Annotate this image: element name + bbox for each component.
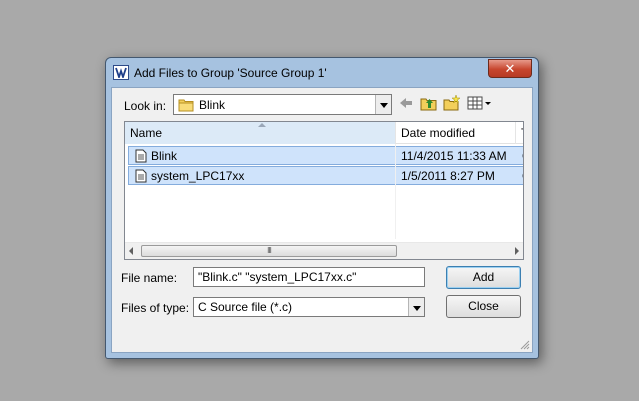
look-in-dropdown[interactable]: Blink — [173, 94, 392, 115]
look-in-label: Look in: — [124, 99, 167, 113]
grip-icon: III — [267, 246, 272, 255]
scrollbar-thumb[interactable]: III — [141, 245, 397, 257]
column-divider — [395, 144, 396, 239]
file-date: 1/5/2011 8:27 PM — [401, 169, 495, 183]
files-of-type-dropdown[interactable]: C Source file (*.c) — [193, 297, 425, 317]
up-folder-icon[interactable] — [420, 94, 438, 112]
column-date-modified[interactable]: Date modified — [396, 122, 516, 144]
file-name: system_LPC17xx — [151, 169, 245, 183]
scroll-left-icon[interactable] — [129, 247, 133, 255]
resize-grip-icon[interactable] — [519, 339, 530, 350]
sort-ascending-icon — [258, 123, 266, 127]
look-in-value: Blink — [199, 98, 226, 112]
file-name-label: File name: — [121, 271, 178, 285]
add-button[interactable]: Add — [446, 266, 521, 289]
window-title: Add Files to Group 'Source Group 1' — [134, 66, 327, 80]
file-name-input[interactable]: "Blink.c" "system_LPC17xx.c" — [193, 267, 425, 287]
column-type[interactable]: Ty — [516, 122, 523, 144]
horizontal-scrollbar[interactable]: III — [125, 242, 523, 259]
dialog-body: Look in: Blink Name Date modified Blink … — [111, 87, 533, 353]
column-header-row: Name Date modified Ty — [125, 122, 523, 144]
chevron-down-icon[interactable] — [408, 298, 424, 316]
files-of-type-value: C Source file (*.c) — [198, 300, 293, 314]
back-icon[interactable] — [398, 94, 414, 112]
file-icon — [135, 149, 147, 163]
file-row-system-lpc17xx[interactable]: system_LPC17xx 1/5/2011 8:27 PM C — [128, 166, 523, 185]
file-type: C — [522, 149, 523, 163]
file-list[interactable]: Name Date modified Ty Blink 11/4/2015 11… — [124, 121, 524, 260]
folder-icon — [178, 99, 194, 112]
title-bar[interactable]: Add Files to Group 'Source Group 1' ✕ — [106, 58, 538, 87]
new-folder-icon[interactable] — [443, 94, 461, 112]
add-files-dialog: Add Files to Group 'Source Group 1' ✕ Lo… — [105, 57, 539, 359]
close-button[interactable]: Close — [446, 295, 521, 318]
app-icon — [113, 65, 129, 80]
close-window-button[interactable]: ✕ — [488, 59, 532, 78]
close-icon: ✕ — [504, 61, 516, 76]
files-of-type-label: Files of type: — [121, 301, 190, 315]
file-icon — [135, 169, 147, 183]
file-row-blink[interactable]: Blink 11/4/2015 11:33 AM C — [128, 146, 523, 165]
scroll-right-icon[interactable] — [515, 247, 519, 255]
view-menu-icon[interactable] — [467, 94, 493, 112]
file-date: 11/4/2015 11:33 AM — [401, 149, 507, 163]
chevron-down-icon[interactable] — [375, 95, 391, 114]
file-type: C — [522, 169, 523, 183]
file-name: Blink — [151, 149, 178, 163]
